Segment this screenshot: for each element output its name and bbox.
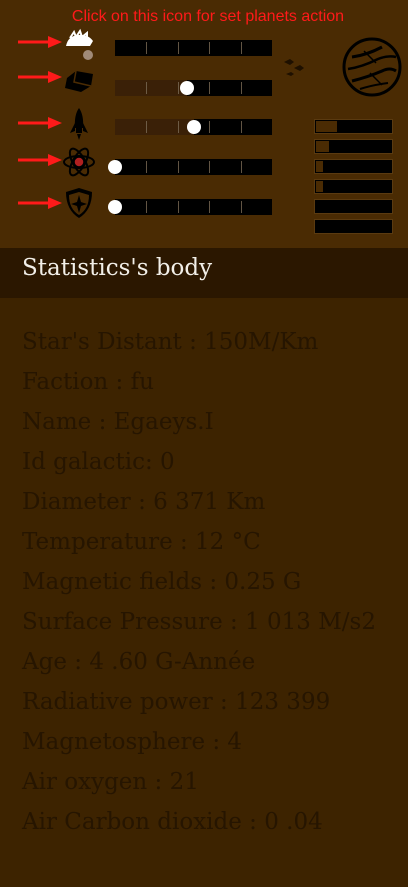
slider-tick — [209, 42, 211, 54]
red-arrow-icon — [18, 197, 62, 209]
stat-magnetosphere: Magnetosphere : 4 — [22, 729, 243, 755]
slider-tick — [146, 161, 148, 173]
slider-tick — [209, 82, 211, 94]
stat-star-distance: Star's Distant : 150M/Km — [22, 329, 319, 355]
atom-icon[interactable] — [62, 145, 96, 179]
resource-fill — [316, 141, 330, 152]
slider-fill — [115, 119, 194, 135]
mining-slider[interactable] — [115, 80, 272, 96]
statistics-title: Statistics's body — [22, 255, 213, 281]
slider-tick — [177, 121, 179, 133]
rocket-slider[interactable] — [115, 119, 272, 135]
mining-cart-icon[interactable] — [62, 64, 96, 98]
resource-bar — [314, 179, 393, 194]
resource-fill — [316, 121, 338, 132]
red-arrow-icon — [18, 36, 62, 48]
slider-knob[interactable] — [186, 120, 201, 134]
stat-air-oxygen: Air oxygen : 21 — [22, 769, 199, 795]
slider-tick — [240, 82, 242, 94]
slider-tick — [177, 42, 179, 54]
stat-magnetic-fields: Magnetic fields : 0.25 G — [22, 569, 302, 595]
slider-tick — [177, 82, 179, 94]
slider-tick — [146, 82, 148, 94]
hint-text: Click on this icon for set planets actio… — [71, 8, 345, 25]
stat-faction: Faction : fu — [22, 369, 154, 395]
slider-knob[interactable] — [108, 200, 122, 214]
slider-tick — [146, 42, 148, 54]
stat-name: Name : Egaeys.I — [22, 409, 214, 435]
defense-slider[interactable] — [108, 199, 272, 215]
colonize-icon[interactable] — [62, 28, 96, 62]
slider-tick — [240, 161, 242, 173]
slider-tick — [177, 201, 179, 213]
resource-fill — [316, 181, 324, 192]
red-arrow-icon — [18, 117, 62, 129]
slider-knob[interactable] — [108, 160, 122, 174]
slider-tick — [146, 121, 148, 133]
stat-surface-pressure: Surface Pressure : 1 013 M/s2 — [22, 609, 376, 635]
slider-tick — [240, 42, 242, 54]
slider-tick — [209, 201, 211, 213]
resource-fill — [316, 161, 324, 172]
planet-icon[interactable] — [342, 37, 402, 97]
slider-tick — [240, 121, 242, 133]
slider-knob[interactable] — [180, 81, 195, 95]
slider-tick — [240, 201, 242, 213]
slider-tick — [177, 161, 179, 173]
resource-bar — [314, 139, 393, 154]
rocket-icon[interactable] — [62, 107, 96, 141]
ships-icon — [284, 59, 304, 76]
statistics-list: Star's Distant : 150M/Km Faction : fu Na… — [22, 322, 376, 842]
red-arrow-icon — [18, 154, 62, 166]
stat-air-co2: Air Carbon dioxide : 0 .04 — [22, 809, 323, 835]
stat-temperature: Temperature : 12 °C — [22, 529, 261, 555]
colonize-slider[interactable] — [115, 40, 272, 56]
slider-tick — [146, 201, 148, 213]
stat-age: Age : 4 .60 G-Année — [22, 649, 256, 675]
resource-bar — [314, 219, 393, 234]
slider-tick — [209, 161, 211, 173]
defense-shield-icon[interactable] — [62, 186, 96, 220]
research-slider[interactable] — [108, 159, 272, 175]
resource-bar — [314, 199, 393, 214]
stat-id-galactic: Id galactic: 0 — [22, 449, 175, 475]
resource-bar — [314, 159, 393, 174]
resource-bar — [314, 119, 393, 134]
red-arrow-icon — [18, 71, 62, 83]
slider-tick — [209, 121, 211, 133]
stat-radiative-power: Radiative power : 123 399 — [22, 689, 331, 715]
slider-fill — [115, 80, 188, 96]
stat-diameter: Diameter : 6 371 Km — [22, 489, 266, 515]
